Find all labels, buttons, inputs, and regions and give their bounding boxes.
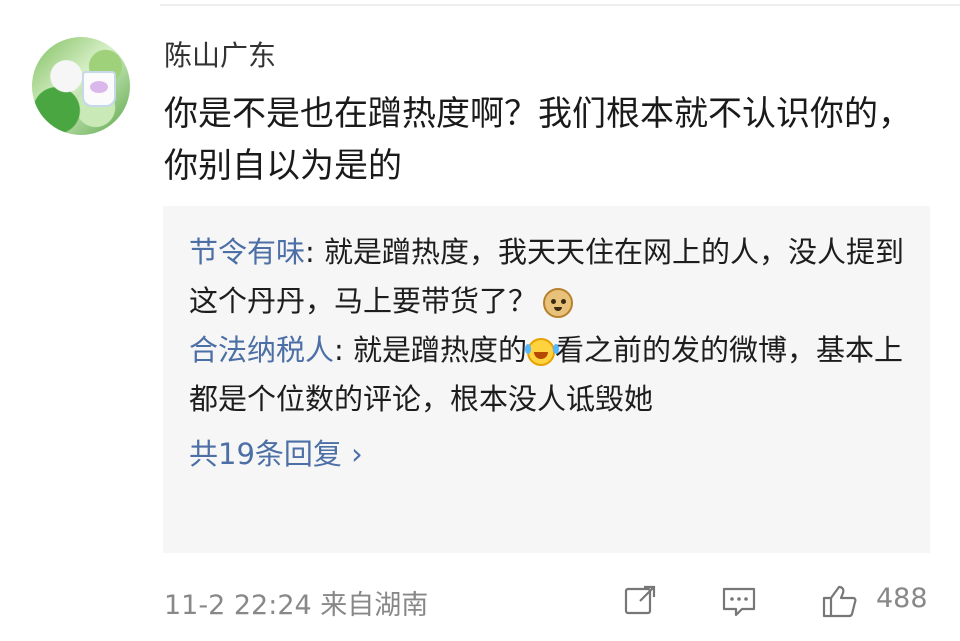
reply-username[interactable]: 节令有味 <box>189 235 305 269</box>
reply-box[interactable]: 节令有味: 就是蹭热度，我天天住在网上的人，没人提到这个丹丹，马上要带货了？ 合… <box>163 206 930 553</box>
comment-footer: 11-2 22:24 来自湖南 488 <box>164 575 934 625</box>
laugh-cry-icon <box>525 338 556 366</box>
reply-text: : 就是蹭热度的 <box>334 333 528 367</box>
avatar[interactable] <box>32 37 130 135</box>
top-divider <box>160 4 960 6</box>
like-icon[interactable] <box>819 581 859 621</box>
comment-icon[interactable] <box>719 581 759 621</box>
comment-text: 你是不是也在蹭热度啊？我们根本就不认识你的，你别自以为是的 <box>164 94 912 186</box>
share-icon[interactable] <box>620 581 660 621</box>
more-replies-link[interactable]: 共19条回复 › <box>189 432 363 476</box>
reply-username[interactable]: 合法纳税人 <box>189 333 334 367</box>
reply-item[interactable]: 合法纳税人: 就是蹭热度的 看之前的发的微博，基本上都是个位数的评论，根本没人诋毁… <box>189 326 904 424</box>
doge-icon <box>543 288 574 318</box>
comment-meta: 11-2 22:24 来自湖南 <box>164 590 429 621</box>
comment-username[interactable]: 陈山广东 <box>164 38 276 74</box>
reply-item[interactable]: 节令有味: 就是蹭热度，我天天住在网上的人，没人提到这个丹丹，马上要带货了？ <box>189 228 904 326</box>
like-count: 488 <box>876 583 928 614</box>
comment-card: 陈山广东 你是不是也在蹭热度啊？我们根本就不认识你的，你别自以为是的 节令有味:… <box>0 0 960 641</box>
avatar-cup-image <box>82 71 116 107</box>
